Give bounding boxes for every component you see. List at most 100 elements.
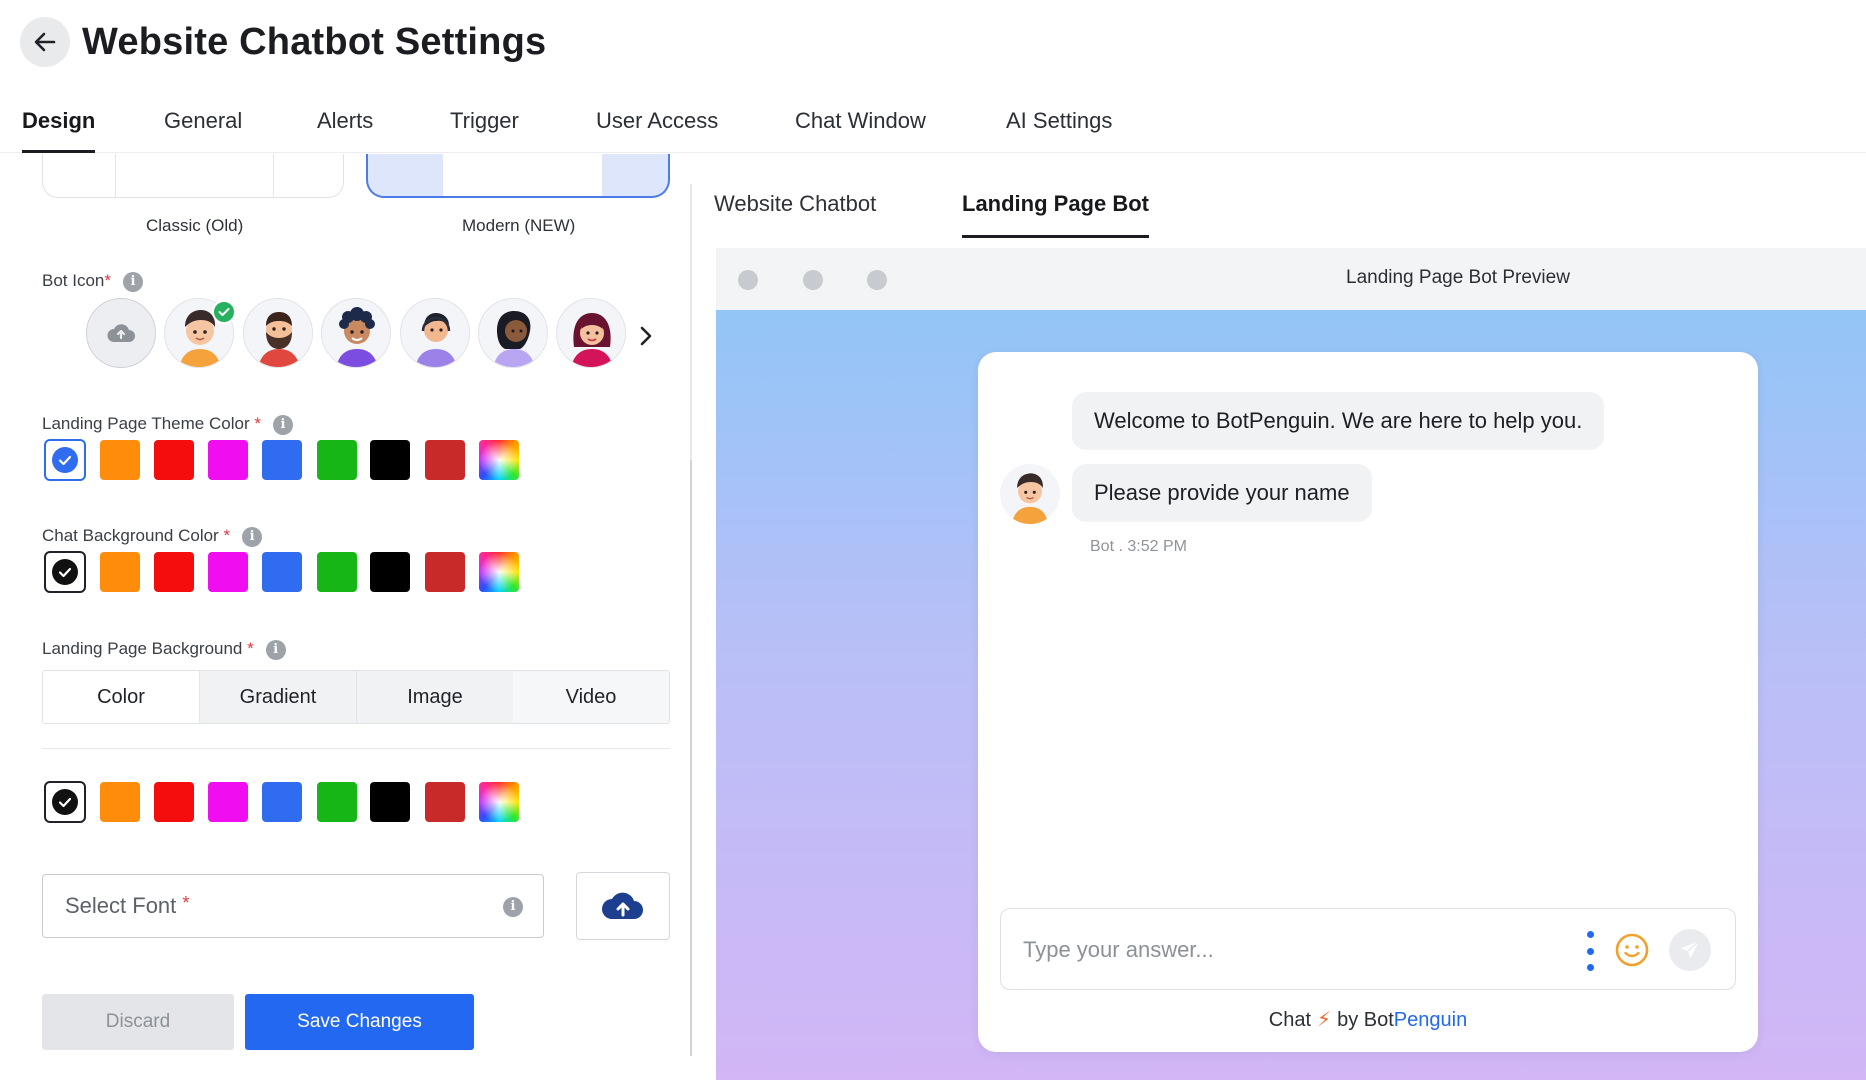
send-button[interactable] <box>1669 929 1711 971</box>
layout-option-modern[interactable] <box>366 154 670 198</box>
chat-bg-swatch[interactable] <box>154 552 194 592</box>
chat-window: Welcome to BotPenguin. We are here to he… <box>978 352 1758 1052</box>
send-icon <box>1681 940 1700 958</box>
more-options-icon[interactable] <box>1583 931 1597 971</box>
layout-preview-divider <box>273 154 274 198</box>
back-button[interactable] <box>20 17 70 67</box>
chat-bg-swatch[interactable] <box>100 552 140 592</box>
layout-option-classic[interactable] <box>42 154 344 198</box>
info-icon[interactable]: i <box>265 639 286 660</box>
powered-by-text: by Bot <box>1337 1009 1394 1031</box>
bg-tab-image[interactable]: Image <box>356 671 513 723</box>
info-icon[interactable]: i <box>123 271 143 292</box>
bot-avatar-curly-man-icon <box>322 299 390 367</box>
bot-avatar-option[interactable] <box>321 298 391 368</box>
theme-color-swatch[interactable] <box>208 440 248 480</box>
landing-page-preview-window: Landing Page Bot Preview Welcome to BotP… <box>716 248 1866 1080</box>
landing-bg-swatch[interactable] <box>370 782 410 822</box>
bg-tab-video[interactable]: Video <box>513 671 669 723</box>
custom-color-picker[interactable] <box>479 782 519 822</box>
tab-website-chatbot[interactable]: Website Chatbot <box>714 186 876 238</box>
bg-tab-gradient[interactable]: Gradient <box>199 671 356 723</box>
powered-by: Chat ⚡ by BotPenguin <box>978 1007 1758 1032</box>
custom-color-picker[interactable] <box>479 552 519 592</box>
theme-color-swatch[interactable] <box>317 440 357 480</box>
landing-bg-swatch[interactable] <box>262 782 302 822</box>
landing-bg-swatch[interactable] <box>154 782 194 822</box>
tab-ai-settings[interactable]: AI Settings <box>1006 100 1112 153</box>
required-mark: * <box>223 526 231 545</box>
scrollbar[interactable] <box>690 460 692 1056</box>
theme-color-swatch[interactable] <box>100 440 140 480</box>
bot-avatar-option[interactable] <box>478 298 548 368</box>
bg-tab-color[interactable]: Color <box>43 671 199 723</box>
custom-color-picker[interactable] <box>479 440 519 480</box>
emoji-button[interactable] <box>1613 931 1651 969</box>
info-icon[interactable]: i <box>503 897 523 917</box>
landing-bg-label: Landing Page Background * i <box>42 638 286 660</box>
theme-color-label-text: Landing Page Theme Color <box>42 414 250 433</box>
chat-bg-swatch[interactable] <box>262 552 302 592</box>
layout-preview-divider <box>115 154 116 198</box>
chat-bg-swatch[interactable] <box>370 552 410 592</box>
theme-color-swatch[interactable] <box>370 440 410 480</box>
info-icon[interactable]: i <box>242 526 263 547</box>
bot-avatar-bearded-man-icon <box>244 299 312 367</box>
chat-bg-swatch-selected[interactable] <box>44 551 86 593</box>
upload-bot-icon-button[interactable] <box>86 298 156 368</box>
chat-bg-swatch[interactable] <box>317 552 357 592</box>
layout-label-classic: Classic (Old) <box>146 216 244 235</box>
design-settings-panel: Classic (Old) Modern (NEW) Bot Icon* i L… <box>0 154 692 1080</box>
landing-bg-type-tabs: Color Gradient Image Video <box>42 670 670 724</box>
chevron-right-icon <box>640 326 652 346</box>
smiley-icon <box>1615 933 1649 967</box>
layout-label-modern: Modern (NEW) <box>462 216 576 235</box>
tab-design[interactable]: Design <box>22 100 96 153</box>
theme-color-swatch[interactable] <box>262 440 302 480</box>
theme-color-swatch-selected[interactable] <box>44 439 86 481</box>
preview-title: Landing Page Bot Preview <box>1346 267 1570 288</box>
required-mark: * <box>254 414 261 433</box>
cloud-upload-icon <box>602 892 643 919</box>
save-changes-button[interactable]: Save Changes <box>245 994 474 1050</box>
divider <box>42 748 670 749</box>
preview-background: Welcome to BotPenguin. We are here to he… <box>716 310 1866 1080</box>
bot-avatar-option[interactable] <box>243 298 313 368</box>
selected-check-icon <box>212 300 236 324</box>
bot-avatar-option[interactable] <box>400 298 470 368</box>
select-font-placeholder-text: Select Font <box>65 893 177 918</box>
tab-trigger[interactable]: Trigger <box>450 100 519 153</box>
chat-bg-swatch[interactable] <box>425 552 465 592</box>
bot-avatar-smiling-woman-icon <box>557 299 625 367</box>
info-icon[interactable]: i <box>272 414 293 435</box>
tab-chat-window[interactable]: Chat Window <box>795 100 926 153</box>
landing-bg-swatch[interactable] <box>100 782 140 822</box>
tab-landing-page-bot[interactable]: Landing Page Bot <box>962 186 1149 238</box>
info-icon-wrap: i <box>503 897 523 917</box>
theme-color-label: Landing Page Theme Color * i <box>42 413 293 435</box>
theme-color-swatch[interactable] <box>154 440 194 480</box>
avatar-next-button[interactable] <box>628 318 664 354</box>
landing-bg-swatch-selected[interactable] <box>44 781 86 823</box>
discard-button[interactable]: Discard <box>42 994 234 1050</box>
landing-bg-label-text: Landing Page Background <box>42 639 243 658</box>
landing-bg-swatch[interactable] <box>425 782 465 822</box>
chat-bg-color-label: Chat Background Color * i <box>42 525 263 547</box>
select-font-dropdown[interactable]: Select Font * i <box>42 874 544 938</box>
tab-general[interactable]: General <box>164 100 242 153</box>
brand-link[interactable]: Penguin <box>1394 1009 1467 1031</box>
page-header: Website Chatbot Settings <box>0 0 1866 86</box>
theme-color-swatch[interactable] <box>425 440 465 480</box>
bot-avatar-option[interactable] <box>556 298 626 368</box>
tab-alerts[interactable]: Alerts <box>317 100 373 153</box>
landing-bg-swatch[interactable] <box>208 782 248 822</box>
main-tabs: Design General Alerts Trigger User Acces… <box>0 100 1866 153</box>
chat-answer-input[interactable]: Type your answer... <box>1000 908 1736 990</box>
chat-bg-swatch[interactable] <box>208 552 248 592</box>
check-icon <box>52 559 78 585</box>
check-icon <box>52 789 78 815</box>
cloud-upload-icon <box>107 324 135 342</box>
upload-font-button[interactable] <box>576 872 670 940</box>
landing-bg-swatch[interactable] <box>317 782 357 822</box>
tab-user-access[interactable]: User Access <box>596 100 718 153</box>
